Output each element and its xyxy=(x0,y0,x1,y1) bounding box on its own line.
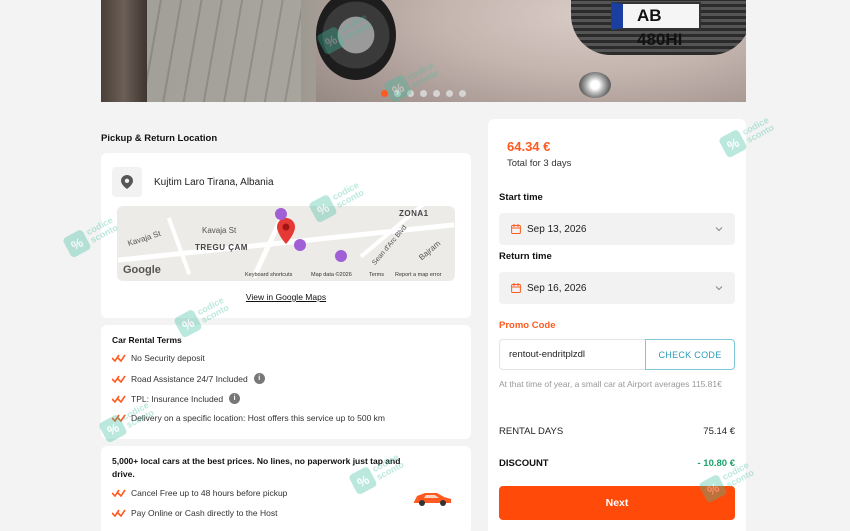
watermark-text: sconto xyxy=(744,122,776,146)
carousel-dot[interactable] xyxy=(420,90,427,97)
google-map[interactable]: Kavaja St Kavaja St TREGU ÇAM ZONA1 Bajr… xyxy=(117,206,455,281)
benefits-title: 5,000+ local cars at the best prices. No… xyxy=(112,456,401,479)
carousel-dot[interactable] xyxy=(459,90,466,97)
price-total: 64.34 € xyxy=(507,139,551,154)
price-hint: At that time of year, a small car at Air… xyxy=(499,379,722,389)
map-poi-icon[interactable] xyxy=(275,208,287,220)
discount-row: DISCOUNT - 10.80 € xyxy=(499,458,735,469)
map-poi-icon[interactable] xyxy=(294,239,306,251)
term-item: TPL: Insurance Included i xyxy=(112,393,241,404)
rental-terms-card: Car Rental Terms No Security deposit Roa… xyxy=(101,325,471,439)
address-text: Kujtim Laro Tirana, Albania xyxy=(154,176,274,188)
map-label: Kavaja St xyxy=(126,228,162,249)
return-date-value: Sep 16, 2026 xyxy=(527,282,587,294)
location-card: Kujtim Laro Tirana, Albania Kavaja St Ka… xyxy=(101,153,471,318)
location-section-title: Pickup & Return Location xyxy=(101,133,218,144)
map-report-error-link[interactable]: Report a map error xyxy=(395,272,441,278)
promo-code-input[interactable] xyxy=(499,339,645,370)
map-data-credit: Map data ©2026 xyxy=(311,272,352,278)
map-label: TREGU ÇAM xyxy=(195,243,248,252)
rental-days-label: RENTAL DAYS xyxy=(499,426,564,437)
booking-panel: 64.34 € Total for 3 days Start time Sep … xyxy=(488,119,746,531)
return-time-label: Return time xyxy=(499,251,552,262)
car-photo: AB 480HI xyxy=(101,0,746,102)
carousel-dot[interactable] xyxy=(446,90,453,97)
license-plate: AB 480HI xyxy=(611,2,701,49)
view-in-google-maps-link[interactable]: View in Google Maps xyxy=(101,292,471,302)
benefit-text: Pay Online or Cash directly to the Host xyxy=(131,508,278,518)
next-button[interactable]: Next xyxy=(499,486,735,520)
term-item: No Security deposit xyxy=(112,353,205,363)
term-text: Delivery on a specific location: Host of… xyxy=(131,413,386,423)
map-poi-icon[interactable] xyxy=(335,250,347,262)
return-date-select[interactable]: Sep 16, 2026 xyxy=(499,272,735,304)
google-logo: Google xyxy=(123,264,161,276)
chevron-down-icon xyxy=(715,227,723,232)
benefits-card: 5,000+ local cars at the best prices. No… xyxy=(101,446,471,531)
price-caption: Total for 3 days xyxy=(507,158,572,169)
discount-label: DISCOUNT xyxy=(499,458,549,469)
map-label: Bajram xyxy=(417,238,443,263)
rental-days-row: RENTAL DAYS 75.14 € xyxy=(499,426,735,437)
check-icon xyxy=(112,375,126,383)
term-text: Road Assistance 24/7 Included xyxy=(131,373,248,384)
watermark-badge: % xyxy=(62,228,92,259)
benefit-item: Pay Online or Cash directly to the Host xyxy=(112,508,277,518)
map-label: ZONA1 xyxy=(399,209,429,218)
benefit-item: Cancel Free up to 48 hours before pickup xyxy=(112,488,287,498)
calendar-icon xyxy=(511,283,521,293)
location-pin-icon xyxy=(112,167,142,197)
carousel-dot[interactable] xyxy=(407,90,414,97)
car-illustration-icon xyxy=(414,493,451,506)
address-row: Kujtim Laro Tirana, Albania xyxy=(112,167,274,197)
map-label: Kavaja St xyxy=(202,226,237,235)
carousel-dot[interactable] xyxy=(381,90,388,97)
benefit-text: Cancel Free up to 48 hours before pickup xyxy=(131,488,288,498)
calendar-icon xyxy=(511,224,521,234)
start-date-select[interactable]: Sep 13, 2026 xyxy=(499,213,735,245)
info-icon[interactable]: i xyxy=(229,393,241,404)
check-icon xyxy=(112,395,126,403)
check-icon xyxy=(112,509,126,517)
map-road xyxy=(166,217,192,275)
carousel-dot[interactable] xyxy=(394,90,401,97)
map-marker-icon[interactable] xyxy=(277,218,295,249)
term-item: Delivery on a specific location: Host of… xyxy=(112,413,385,423)
check-icon xyxy=(112,489,126,497)
start-date-value: Sep 13, 2026 xyxy=(527,223,587,235)
discount-value: - 10.80 € xyxy=(697,458,736,469)
rental-terms-title: Car Rental Terms xyxy=(112,335,182,345)
rental-days-value: 75.14 € xyxy=(703,426,735,437)
check-icon xyxy=(112,354,126,362)
promo-code-label: Promo Code xyxy=(499,320,556,331)
carousel-dot[interactable] xyxy=(433,90,440,97)
start-time-label: Start time xyxy=(499,192,543,203)
chevron-down-icon xyxy=(715,286,723,291)
term-item: Road Assistance 24/7 Included i xyxy=(112,373,265,384)
term-text: TPL: Insurance Included xyxy=(131,393,224,404)
info-icon[interactable]: i xyxy=(253,373,265,384)
map-terms-link[interactable]: Terms xyxy=(369,272,384,278)
check-code-button[interactable]: CHECK CODE xyxy=(645,339,735,370)
check-icon xyxy=(112,414,126,422)
carousel-dots xyxy=(101,84,746,102)
map-keyboard-shortcuts[interactable]: Keyboard shortcuts xyxy=(245,272,292,278)
term-text: No Security deposit xyxy=(131,353,205,363)
